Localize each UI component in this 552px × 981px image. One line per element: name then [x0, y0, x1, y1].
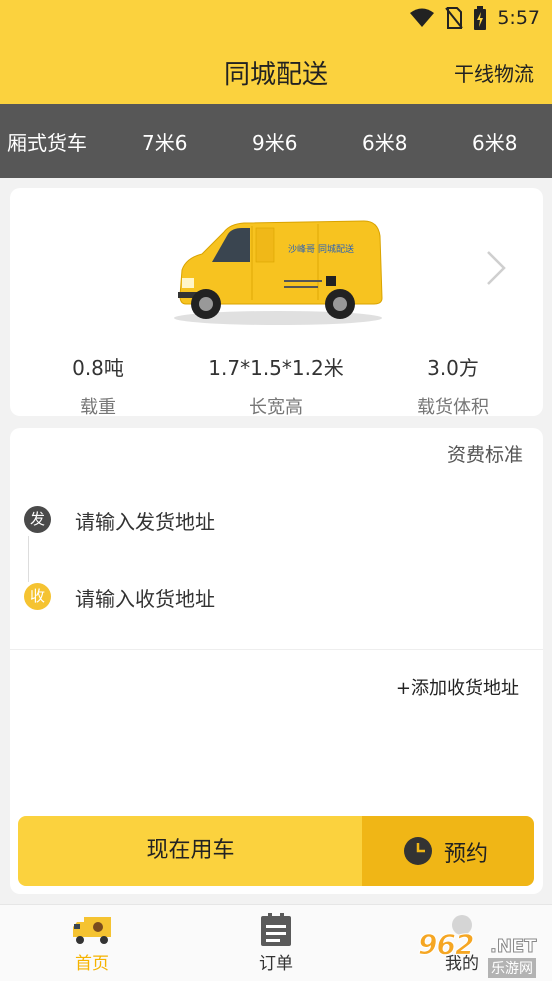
- wifi-icon: [410, 8, 435, 27]
- receiver-badge: 收: [24, 583, 51, 610]
- van-tagline-text: 同城配送: [318, 243, 354, 255]
- spec-dimensions-label: 长宽高: [249, 397, 303, 418]
- app-header: 同城配送 干线物流: [0, 36, 552, 104]
- tab-orders[interactable]: 订单: [216, 905, 336, 981]
- sender-badge: 发: [24, 506, 51, 533]
- watermark-site: 乐游网: [488, 958, 536, 978]
- tab-home-label: 首页: [75, 954, 109, 974]
- clipboard-icon: [261, 913, 291, 946]
- watermark-number: 962: [417, 928, 474, 962]
- use-car-now-button[interactable]: 现在用车: [18, 816, 363, 886]
- receiver-address-row[interactable]: 收 请输入收货地址: [24, 581, 524, 611]
- no-sim-icon: [445, 7, 464, 29]
- watermark-net: .NET: [489, 936, 537, 958]
- fee-standard-link[interactable]: 资费标准: [447, 440, 523, 467]
- spec-volume: 3.0方 载货体积: [368, 352, 538, 419]
- spec-load-label: 载重: [80, 397, 116, 418]
- truck-tab-box-van[interactable]: 厢式货车: [7, 127, 87, 156]
- add-receiver-address-button[interactable]: +添加收货地址: [396, 674, 519, 700]
- watermark-logo: 962 .NET 乐游网: [414, 928, 550, 980]
- sender-address-row[interactable]: 发 请输入发货地址: [24, 504, 524, 534]
- address-connector-line: [28, 536, 29, 582]
- spec-load: 0.8吨 载重: [13, 352, 183, 419]
- chevron-right-icon[interactable]: [485, 250, 507, 286]
- truck-type-tabs: 厢式货车 7米6 9米6 6米8 6米8: [0, 104, 552, 178]
- spec-dimensions-value: 1.7*1.5*1.2米: [208, 356, 344, 380]
- clock-icon: [404, 837, 432, 865]
- reserve-button[interactable]: 预约: [362, 816, 534, 886]
- divider: [10, 649, 543, 650]
- battery-charging-icon: [474, 6, 487, 30]
- reserve-label: 预约: [444, 842, 489, 867]
- status-bar: 5:57: [0, 0, 552, 36]
- vehicle-card: 沙峰哥 同城配送 0.8吨 载重 1.7*1.5*1.2米 长宽高 3.0方 载…: [10, 188, 543, 419]
- sender-address-input[interactable]: 请输入发货地址: [75, 506, 215, 535]
- van-brand-text: 沙峰哥: [288, 244, 315, 255]
- receiver-address-input[interactable]: 请输入收货地址: [75, 583, 215, 612]
- truck-tab-6m8-2[interactable]: 6米8: [472, 127, 517, 156]
- truck-tab-9m6[interactable]: 9米6: [252, 127, 297, 156]
- spec-volume-label: 载货体积: [417, 397, 489, 418]
- status-icons: 5:57: [409, 6, 540, 30]
- status-time: 5:57: [497, 7, 540, 29]
- truck-icon: [73, 917, 111, 944]
- truck-tab-6m8[interactable]: 6米8: [362, 127, 407, 156]
- trunk-logistics-link[interactable]: 干线物流: [454, 58, 534, 87]
- tab-home[interactable]: 首页: [32, 905, 152, 981]
- van-image: 沙峰哥 同城配送: [174, 220, 383, 325]
- truck-tab-7m6[interactable]: 7米6: [142, 127, 187, 156]
- spec-load-value: 0.8吨: [72, 356, 124, 380]
- spec-dimensions: 1.7*1.5*1.2米 长宽高: [191, 352, 361, 419]
- tab-orders-label: 订单: [259, 954, 293, 974]
- spec-volume-value: 3.0方: [427, 356, 479, 380]
